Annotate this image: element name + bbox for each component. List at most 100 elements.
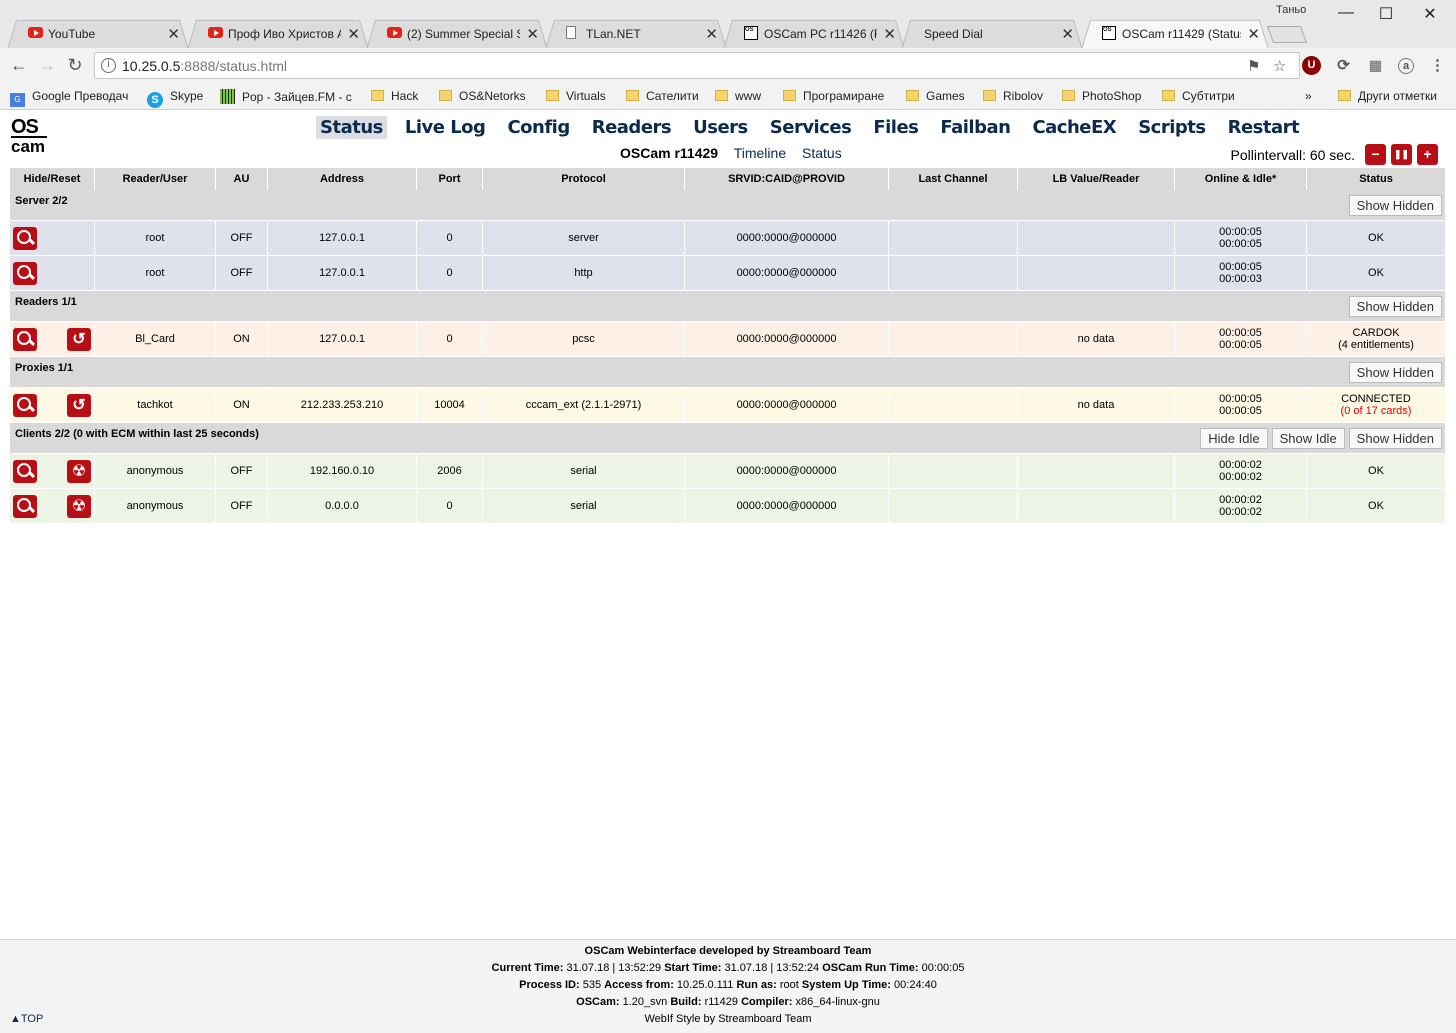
nav-services[interactable]: Services — [766, 116, 856, 139]
reset-icon[interactable]: ↺ — [67, 393, 91, 417]
zoom-out-icon[interactable] — [13, 226, 37, 250]
cell-port: 2006 — [417, 454, 483, 489]
tab-close-icon[interactable]: ✕ — [705, 25, 718, 43]
zoom-out-icon[interactable] — [13, 459, 37, 483]
bookmarks-more-icon[interactable]: » — [1305, 89, 1312, 103]
nav-scripts[interactable]: Scripts — [1134, 116, 1209, 139]
bookmark-os-netorks[interactable]: OS&Netorks — [439, 89, 526, 103]
translate-icon[interactable]: ⚑ — [1247, 57, 1260, 75]
youtube-icon — [28, 27, 43, 38]
cell-user: root — [95, 221, 216, 256]
zoom-out-icon[interactable] — [13, 327, 37, 351]
top-link[interactable]: ▲TOP — [10, 1011, 43, 1028]
back-icon[interactable]: ← — [8, 55, 30, 76]
poll-pause-button[interactable]: ❚❚ — [1391, 144, 1412, 165]
tab-close-icon[interactable]: ✕ — [883, 25, 896, 43]
timeline-link[interactable]: Timeline — [734, 145, 786, 161]
bookmark-virtuals[interactable]: Virtuals — [546, 89, 606, 103]
nav-files[interactable]: Files — [869, 116, 922, 139]
cell-address: 212.233.253.210 — [268, 388, 417, 423]
oscam-logo[interactable]: OS cam — [11, 117, 49, 157]
browser-tab[interactable]: Speed Dial ✕ — [902, 19, 1082, 48]
column-header: Protocol — [483, 168, 685, 190]
zoom-out-icon[interactable] — [13, 494, 37, 518]
sync-icon[interactable]: ⟳ — [1334, 56, 1353, 75]
cell-lb: no data — [1018, 388, 1175, 423]
cell-au: ON — [216, 388, 268, 423]
minimize-icon[interactable]: — — [1326, 4, 1366, 22]
bookmark-hack[interactable]: Hack — [371, 89, 418, 103]
cell-port: 0 — [417, 489, 483, 524]
tab-close-icon[interactable]: ✕ — [526, 25, 539, 43]
show-hidden-button[interactable]: Show Hidden — [1348, 194, 1442, 216]
address-bar[interactable]: i 10.25.0.5:8888/status.html ⚑ ☆ — [94, 52, 1300, 79]
browser-tab[interactable]: YouTube ✕ — [8, 19, 188, 48]
apps-grid-icon[interactable]: ▦ — [1366, 56, 1385, 75]
kill-client-icon[interactable]: ☢ — [67, 494, 91, 518]
bookmark-сателити[interactable]: Сателити — [626, 89, 699, 103]
nav-readers[interactable]: Readers — [588, 116, 675, 139]
poll-increase-button[interactable]: + — [1417, 144, 1438, 165]
new-tab-button[interactable] — [1266, 26, 1308, 43]
zoom-out-icon[interactable] — [13, 393, 37, 417]
bookmark-photoshop[interactable]: PhotoShop — [1062, 89, 1141, 103]
poll-decrease-button[interactable]: − — [1365, 144, 1386, 165]
show-idle-button[interactable]: Show Idle — [1271, 427, 1345, 449]
cell-au: OFF — [216, 489, 268, 524]
bookmark-www[interactable]: www — [715, 89, 761, 103]
zoom-out-icon[interactable] — [13, 261, 37, 285]
nav-cacheex[interactable]: CacheEX — [1028, 116, 1120, 139]
tab-close-icon[interactable]: ✕ — [1247, 25, 1260, 43]
folder-icon — [546, 90, 559, 101]
show-hidden-button[interactable]: Show Hidden — [1348, 361, 1442, 383]
status-link[interactable]: Status — [802, 145, 842, 161]
info-icon[interactable]: i — [101, 58, 116, 73]
cell-last — [889, 454, 1018, 489]
bookmark-субтитри[interactable]: Субтитри — [1162, 89, 1235, 103]
profile-name[interactable]: Таньо — [1276, 4, 1306, 16]
url-text[interactable]: 10.25.0.5:8888/status.html — [122, 58, 287, 74]
bookmark-games[interactable]: Games — [906, 89, 965, 103]
hide-reset-buttons: ☢ — [10, 459, 94, 483]
hide-idle-button[interactable]: Hide Idle — [1200, 427, 1268, 449]
bookmark-pop-зайцев-fm-с[interactable]: Pop - Зайцев.FM - с — [220, 89, 352, 104]
cell-lb — [1018, 221, 1175, 256]
bookmark-програмиране[interactable]: Програмиране — [783, 89, 884, 103]
nav-config[interactable]: Config — [503, 116, 573, 139]
bookmark-star-icon[interactable]: ☆ — [1273, 57, 1286, 75]
reload-icon[interactable]: ↻ — [64, 55, 86, 76]
nav-live-log[interactable]: Live Log — [401, 116, 490, 139]
show-hidden-button[interactable]: Show Hidden — [1348, 295, 1442, 317]
browser-tab[interactable]: OS OSCam r11429 (Status ✕ — [1082, 19, 1268, 48]
nav-restart[interactable]: Restart — [1224, 116, 1304, 139]
bookmark-ribolov[interactable]: Ribolov — [983, 89, 1043, 103]
browser-tab[interactable]: OS OSCam PC r11426 (File ✕ — [724, 19, 904, 48]
show-hidden-button[interactable]: Show Hidden — [1348, 427, 1442, 449]
window-close-icon[interactable]: ✕ — [1410, 4, 1450, 24]
cell-user: anonymous — [95, 454, 216, 489]
kill-client-icon[interactable]: ☢ — [67, 459, 91, 483]
oscam-icon: OS — [1102, 26, 1116, 40]
tab-close-icon[interactable]: ✕ — [167, 25, 180, 43]
bookmark-label: Virtuals — [566, 89, 606, 103]
tab-close-icon[interactable]: ✕ — [1061, 25, 1074, 43]
bookmark-skype[interactable]: S Skype — [147, 89, 203, 108]
nav-failban[interactable]: Failban — [936, 116, 1014, 139]
forward-icon[interactable]: → — [36, 55, 58, 76]
other-bookmarks[interactable]: Други отметки — [1338, 89, 1437, 103]
cell-status: OK — [1307, 221, 1446, 256]
tab-close-icon[interactable]: ✕ — [347, 25, 360, 43]
menu-dots-icon[interactable]: ⋮ — [1428, 56, 1447, 75]
nav-users[interactable]: Users — [689, 116, 752, 139]
browser-tab[interactable]: TLan.NET ✕ — [546, 19, 726, 48]
maximize-icon[interactable]: ☐ — [1366, 4, 1406, 24]
browser-tab[interactable]: (2) Summer Special Su ✕ — [367, 19, 547, 48]
group-row-readers: Show Hidden Readers 1/1 — [10, 291, 1446, 322]
browser-tab[interactable]: Проф Иво Христов А. ✕ — [188, 19, 368, 48]
ublock-icon[interactable]: U — [1302, 56, 1321, 75]
reset-icon[interactable]: ↺ — [67, 327, 91, 351]
account-icon[interactable]: a — [1398, 58, 1414, 74]
bookmark-google-преводач[interactable]: G Google Преводач — [10, 89, 128, 107]
online-time: 00:00:02 — [1219, 494, 1262, 506]
nav-status[interactable]: Status — [316, 116, 387, 139]
